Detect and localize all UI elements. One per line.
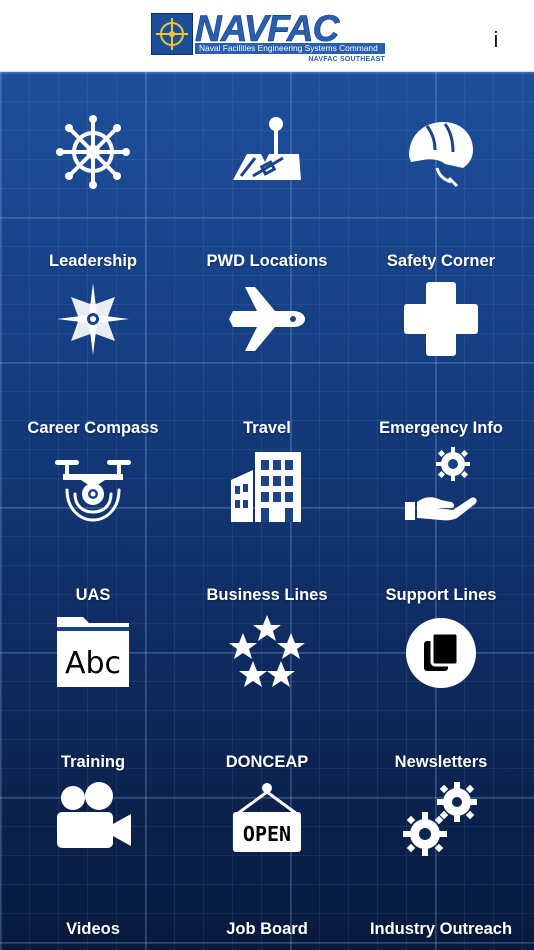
navfac-logo: NAVFAC Naval Facilities Engineering Syst…	[151, 8, 385, 67]
stars-icon	[227, 613, 307, 693]
tile-uas[interactable]: UAS	[4, 406, 182, 604]
tile-training[interactable]: Abc Training	[4, 573, 182, 771]
open-sign-text: OPEN	[243, 822, 291, 846]
app-header: NAVFAC Naval Facilities Engineering Syst…	[0, 0, 534, 72]
tile-industry-outreach[interactable]: Industry Outreach	[352, 740, 530, 938]
documents-icon	[401, 613, 481, 693]
info-button[interactable]: i	[486, 26, 506, 54]
tile-videos[interactable]: Videos	[4, 740, 182, 938]
tile-emergency-info[interactable]: Emergency Info	[352, 239, 530, 437]
hand-gear-icon	[401, 446, 481, 526]
tile-newsletters[interactable]: Newsletters	[352, 573, 530, 771]
tile-support-lines[interactable]: Support Lines	[352, 406, 530, 604]
compass-star-icon	[53, 279, 133, 359]
gears-icon	[401, 780, 481, 860]
tile-label: Videos	[66, 920, 120, 938]
logo-region: NAVFAC SOUTHEAST	[308, 56, 385, 63]
menu-grid: Leadership PWD Locations Safety Corner C…	[0, 72, 534, 950]
tile-donceap[interactable]: DONCEAP	[178, 573, 356, 771]
tile-leadership[interactable]: Leadership	[4, 72, 182, 270]
drone-icon	[53, 446, 133, 526]
open-sign-icon: OPEN	[227, 780, 307, 860]
svg-text:Abc: Abc	[65, 646, 121, 681]
tile-safety-corner[interactable]: Safety Corner	[352, 72, 530, 270]
medical-cross-icon	[401, 279, 481, 359]
tile-career-compass[interactable]: Career Compass	[4, 239, 182, 437]
tile-travel[interactable]: Travel	[178, 239, 356, 437]
map-pin-icon	[227, 112, 307, 192]
tile-business-lines[interactable]: Business Lines	[178, 406, 356, 604]
tile-label: Job Board	[226, 920, 308, 938]
logo-subtitle: Naval Facilities Engineering Systems Com…	[195, 43, 385, 54]
video-camera-icon	[53, 780, 133, 860]
helmet-icon	[401, 112, 481, 192]
tile-pwd-locations[interactable]: PWD Locations	[178, 72, 356, 270]
tile-job-board[interactable]: OPEN Job Board	[178, 740, 356, 938]
buildings-icon	[227, 446, 307, 526]
ship-wheel-icon	[53, 112, 133, 192]
tile-label: Industry Outreach	[369, 920, 513, 938]
abc-book-icon: Abc	[53, 613, 133, 693]
airplane-icon	[227, 279, 307, 359]
navfac-emblem-icon	[151, 13, 193, 55]
